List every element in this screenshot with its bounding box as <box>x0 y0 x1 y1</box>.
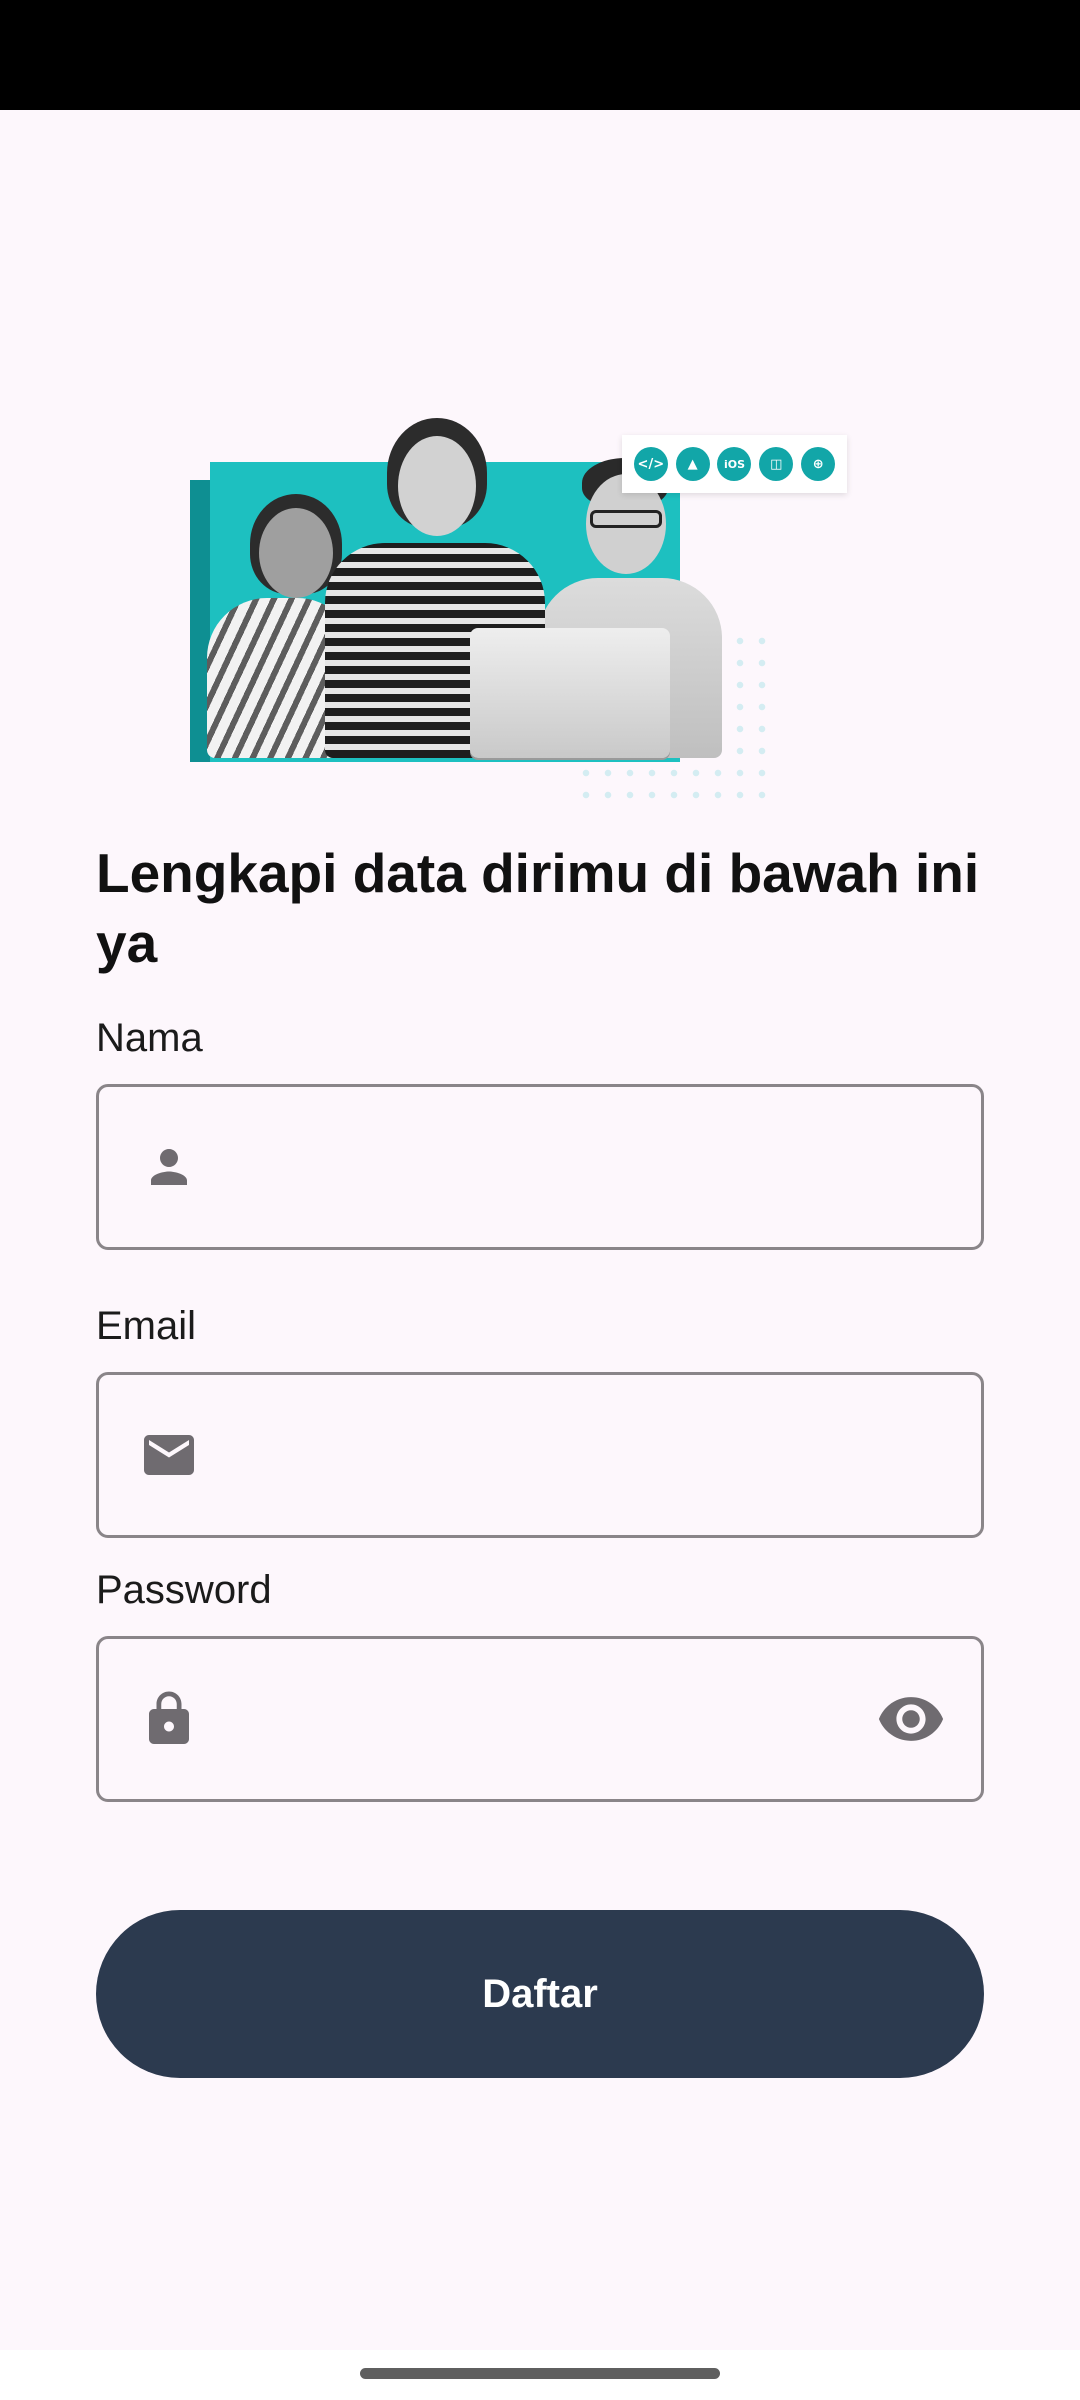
mail-icon <box>139 1425 199 1485</box>
hero-illustration: </> ▲ iOS ◫ ⊕ <box>185 410 885 800</box>
lock-icon <box>139 1689 199 1749</box>
email-label: Email <box>96 1304 197 1348</box>
email-input[interactable] <box>229 1375 893 1537</box>
laptop <box>470 628 670 758</box>
web-globe-icon: ⊕ <box>801 447 836 481</box>
ios-icon: iOS <box>717 447 752 481</box>
tech-platform-badge: </> ▲ iOS ◫ ⊕ <box>622 435 847 493</box>
register-button[interactable]: Daftar <box>96 1910 984 2078</box>
password-label: Password <box>96 1568 272 1612</box>
password-field[interactable] <box>96 1636 984 1802</box>
email-field[interactable] <box>96 1372 984 1538</box>
person-icon <box>139 1137 199 1197</box>
android-icon: ▲ <box>675 447 710 481</box>
name-input[interactable] <box>229 1087 893 1249</box>
person-center <box>305 418 670 758</box>
name-field[interactable] <box>96 1084 984 1250</box>
home-indicator[interactable] <box>360 2368 720 2379</box>
page-title: Lengkapi data dirimu di bawah ini ya <box>96 842 980 974</box>
status-bar <box>0 0 1080 110</box>
multiplatform-icon: ◫ <box>759 447 794 481</box>
eye-icon[interactable] <box>871 1679 951 1759</box>
password-input[interactable] <box>229 1639 893 1801</box>
name-label: Nama <box>96 1016 203 1060</box>
code-icon: </> <box>633 447 668 481</box>
